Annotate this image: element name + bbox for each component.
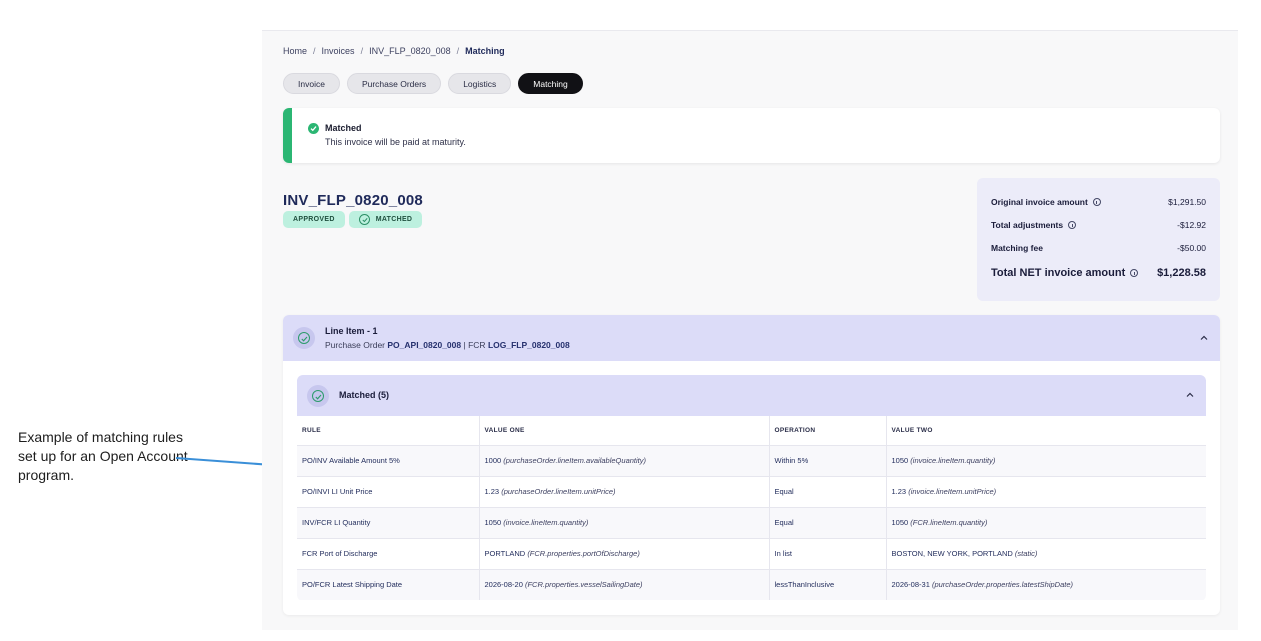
- line-item-subtitle: Purchase Order PO_API_0820_008 | FCR LOG…: [325, 340, 570, 350]
- page-title: INV_FLP_0820_008: [283, 192, 423, 209]
- cell-rule: INV/FCR LI Quantity: [297, 506, 480, 538]
- check-circle-icon: [308, 123, 319, 134]
- cell-operation: Within 5%: [769, 444, 887, 476]
- summary-adjustments-row: Total adjustments -$12.92: [991, 220, 1206, 230]
- fcr-link[interactable]: LOG_FLP_0820_008: [488, 340, 570, 350]
- chevron-up-icon[interactable]: [1200, 334, 1208, 342]
- tab-purchase-orders[interactable]: Purchase Orders: [346, 73, 442, 94]
- cell-value-one: 2026-08-20 (FCR.properties.vesselSailing…: [479, 568, 770, 600]
- info-icon[interactable]: [1092, 198, 1101, 206]
- column-header-rule: RULE: [297, 416, 480, 445]
- column-header-operation: OPERATION: [769, 416, 887, 445]
- breadcrumb-separator: /: [313, 46, 316, 56]
- line-item-panel: Line Item - 1 Purchase Order PO_API_0820…: [283, 315, 1220, 615]
- summary-original-label: Original invoice amount: [991, 197, 1088, 207]
- table-row: INV/FCR LI Quantity 1050 (invoice.lineIt…: [297, 506, 1206, 538]
- status-badges: APPROVED MATCHED: [283, 211, 423, 228]
- banner-accent-bar: [283, 108, 292, 163]
- line-item-header[interactable]: Line Item - 1 Purchase Order PO_API_0820…: [283, 315, 1220, 361]
- breadcrumb-home[interactable]: Home: [283, 46, 307, 56]
- table-header-row: RULE VALUE ONE OPERATION VALUE TWO: [297, 416, 1206, 445]
- summary-fee-value: -$50.00: [1177, 243, 1206, 253]
- app-window: Home / Invoices / INV_FLP_0820_008 / Mat…: [262, 30, 1238, 630]
- table-row: PO/INV Available Amount 5% 1000 (purchas…: [297, 444, 1206, 476]
- cell-operation: In list: [769, 537, 887, 569]
- po-prefix: Purchase Order: [325, 340, 385, 350]
- breadcrumb-invoice-id[interactable]: INV_FLP_0820_008: [369, 46, 451, 56]
- info-icon[interactable]: [1068, 221, 1077, 229]
- amount-summary: Original invoice amount $1,291.50 Total …: [977, 178, 1220, 301]
- breadcrumb-separator: /: [360, 46, 364, 56]
- cell-operation: Equal: [769, 506, 887, 538]
- info-icon[interactable]: [1130, 269, 1139, 277]
- banner-title: Matched: [325, 123, 362, 133]
- cell-rule: FCR Port of Discharge: [297, 537, 480, 569]
- status-banner: Matched This invoice will be paid at mat…: [283, 108, 1220, 163]
- breadcrumb-invoices[interactable]: Invoices: [322, 46, 355, 56]
- table-row: PO/FCR Latest Shipping Date 2026-08-20 (…: [297, 568, 1206, 600]
- cell-value-one: 1050 (invoice.lineItem.quantity): [479, 506, 770, 538]
- summary-net-value: $1,228.58: [1157, 267, 1206, 279]
- check-circle-icon: [307, 385, 329, 407]
- po-link[interactable]: PO_API_0820_008: [387, 340, 461, 350]
- banner-message: This invoice will be paid at maturity.: [325, 137, 466, 147]
- status-badge-matched: MATCHED: [348, 211, 423, 228]
- cell-operation: lessThanInclusive: [769, 568, 887, 600]
- badge-label: APPROVED: [293, 216, 335, 223]
- summary-net-label: Total NET invoice amount: [991, 267, 1126, 279]
- breadcrumb-current: Matching: [465, 46, 505, 56]
- column-header-value-one: VALUE ONE: [479, 416, 770, 445]
- cell-value-two: BOSTON, NEW YORK, PORTLAND (static): [886, 537, 1206, 569]
- summary-original-row: Original invoice amount $1,291.50: [991, 197, 1206, 207]
- cell-value-one: 1000 (purchaseOrder.lineItem.availableQu…: [479, 444, 770, 476]
- breadcrumb-separator: /: [456, 46, 460, 56]
- status-badge-approved: APPROVED: [283, 211, 345, 228]
- line-item-title: Line Item - 1: [325, 326, 378, 336]
- column-header-value-two: VALUE TWO: [886, 416, 1206, 445]
- matched-rules-panel: Matched (5) RULE VALUE ONE OPERATION VAL…: [297, 375, 1206, 601]
- check-circle-icon: [293, 327, 315, 349]
- cell-value-one: PORTLAND (FCR.properties.portOfDischarge…: [479, 537, 770, 569]
- table-row: PO/INVI LI Unit Price 1.23 (purchaseOrde…: [297, 475, 1206, 507]
- cell-value-one: 1.23 (purchaseOrder.lineItem.unitPrice): [479, 475, 770, 507]
- badge-label: MATCHED: [375, 216, 413, 223]
- tab-matching[interactable]: Matching: [518, 73, 583, 94]
- cell-value-two: 1050 (FCR.lineItem.quantity): [886, 506, 1206, 538]
- summary-net-row: Total NET invoice amount $1,228.58: [991, 267, 1206, 279]
- tab-logistics[interactable]: Logistics: [448, 73, 512, 94]
- tab-bar: Invoice Purchase Orders Logistics Matchi…: [283, 73, 583, 94]
- chevron-up-icon[interactable]: [1186, 391, 1194, 399]
- summary-adjustments-value: -$12.92: [1177, 220, 1206, 230]
- summary-adjustments-label: Total adjustments: [991, 220, 1064, 230]
- cell-rule: PO/INVI LI Unit Price: [297, 475, 480, 507]
- breadcrumb: Home / Invoices / INV_FLP_0820_008 / Mat…: [283, 46, 505, 56]
- cell-value-two: 2026-08-31 (purchaseOrder.properties.lat…: [886, 568, 1206, 600]
- cell-value-two: 1050 (invoice.lineItem.quantity): [886, 444, 1206, 476]
- table-row: FCR Port of Discharge PORTLAND (FCR.prop…: [297, 537, 1206, 569]
- matched-title: Matched (5): [339, 390, 390, 400]
- check-circle-icon: [358, 214, 370, 225]
- summary-fee-label: Matching fee: [991, 243, 1043, 253]
- cell-rule: PO/FCR Latest Shipping Date: [297, 568, 480, 600]
- tab-invoice[interactable]: Invoice: [283, 73, 340, 94]
- annotation-text: Example of matching rules set up for an …: [18, 429, 188, 483]
- rules-table: RULE VALUE ONE OPERATION VALUE TWO PO/IN…: [297, 416, 1206, 600]
- summary-fee-row: Matching fee -$50.00: [991, 243, 1206, 253]
- cell-value-two: 1.23 (invoice.lineItem.unitPrice): [886, 475, 1206, 507]
- cell-rule: PO/INV Available Amount 5%: [297, 444, 480, 476]
- cell-operation: Equal: [769, 475, 887, 507]
- fcr-prefix: FCR: [468, 340, 486, 350]
- matched-header[interactable]: Matched (5): [297, 375, 1206, 416]
- separator: |: [463, 340, 466, 350]
- summary-original-value: $1,291.50: [1168, 197, 1206, 207]
